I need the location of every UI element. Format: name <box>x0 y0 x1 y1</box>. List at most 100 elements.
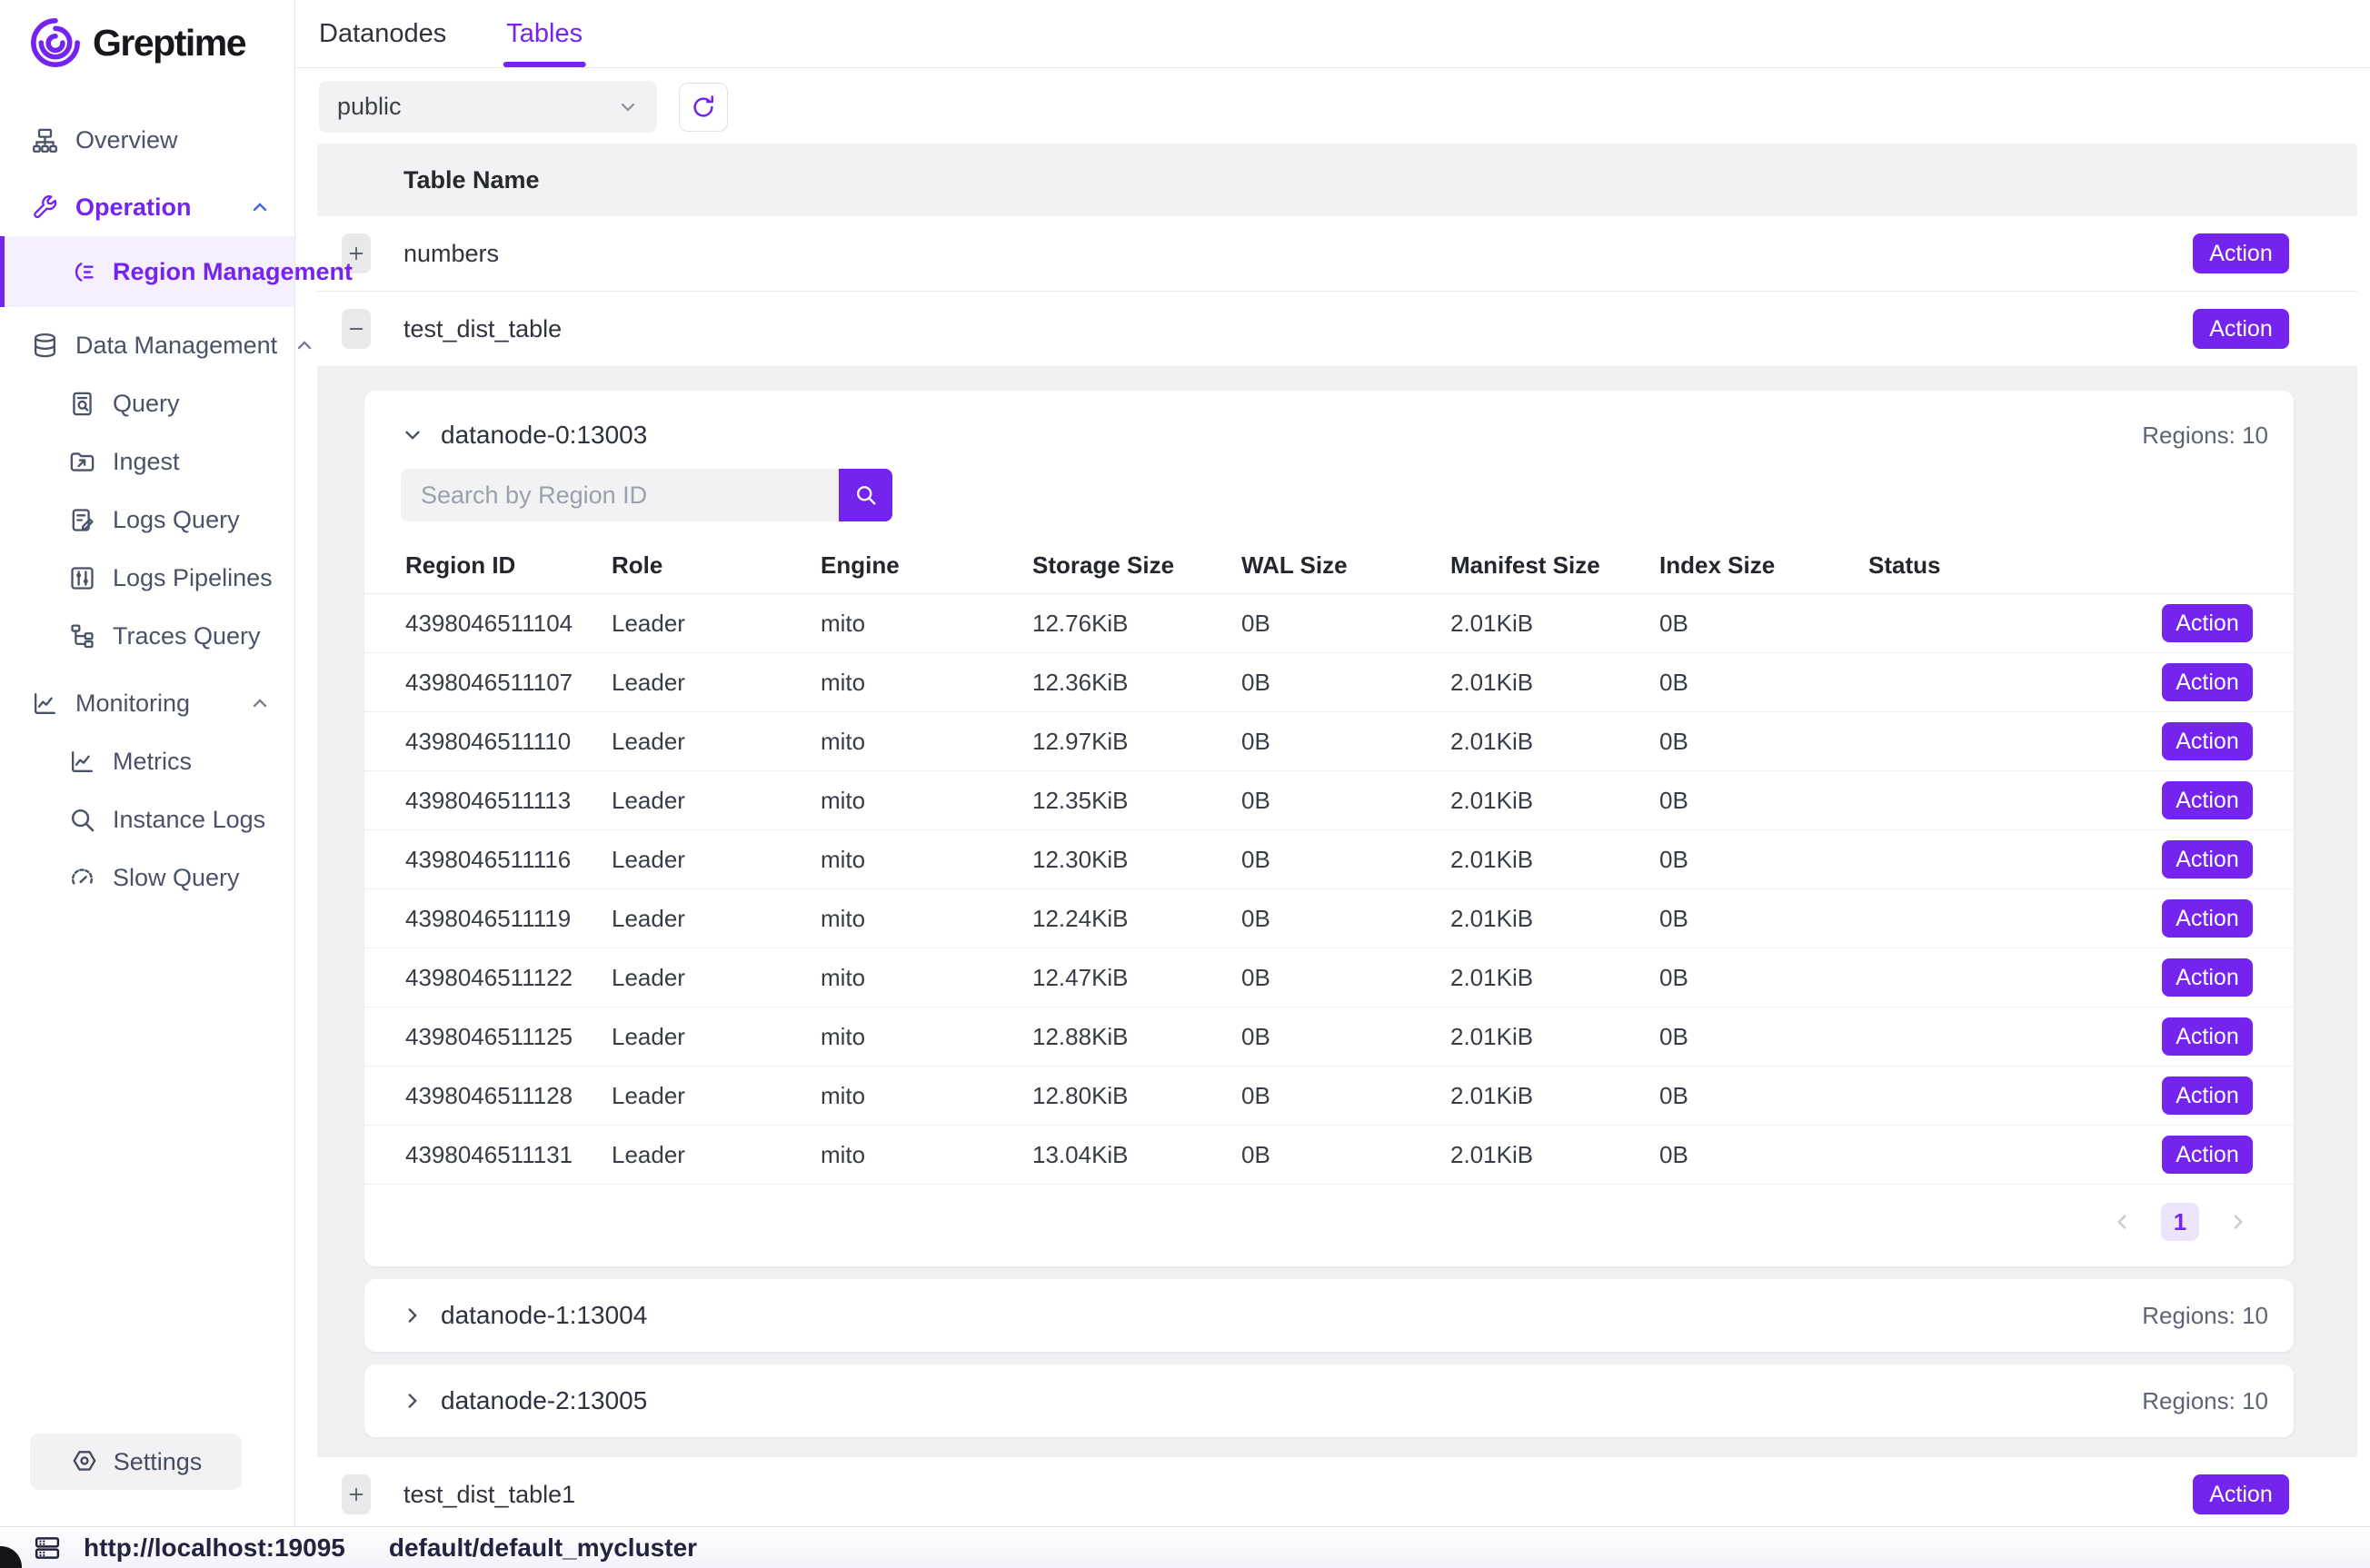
col-storage-size: Storage Size <box>1032 551 1241 580</box>
table-row-test-dist-table1: test_dist_table1 Action <box>317 1457 2357 1533</box>
plus-icon[interactable] <box>342 1474 371 1514</box>
action-button[interactable]: Action <box>2162 958 2253 997</box>
sidebar-nav: Overview Operation Region Management <box>0 111 294 907</box>
datanode-1-header[interactable]: datanode-1:13004 Regions: 10 <box>364 1279 2294 1352</box>
action-button[interactable]: Action <box>2162 1017 2253 1056</box>
chevron-left-icon[interactable] <box>2110 1210 2134 1234</box>
sidebar-item-data-management[interactable]: Data Management <box>0 316 294 374</box>
sidebar-item-logs-pipelines[interactable]: Logs Pipelines <box>0 549 294 607</box>
region-row: 4398046511113Leadermito12.35KiB0B2.01KiB… <box>364 771 2294 830</box>
gear-hexagon-icon <box>70 1447 99 1476</box>
datanode-card-2: datanode-2:13005 Regions: 10 <box>364 1365 2294 1437</box>
cluster-name: default/default_mycluster <box>389 1533 697 1563</box>
sidebar-item-traces-query[interactable]: Traces Query <box>0 607 294 665</box>
brand: Greptime <box>0 0 294 69</box>
minus-icon[interactable] <box>342 309 371 349</box>
col-role: Role <box>612 551 821 580</box>
table-name: numbers <box>403 240 499 268</box>
sidebar-item-operation[interactable]: Operation <box>0 178 294 236</box>
magnifier-icon <box>68 806 96 834</box>
status-bar: http://localhost:19095 default/default_m… <box>0 1526 2370 1568</box>
sidebar: Greptime Overview Operation <box>0 0 295 1526</box>
region-list-icon <box>68 258 96 286</box>
tab-datanodes[interactable]: Datanodes <box>319 0 446 67</box>
action-button[interactable]: Action <box>2193 233 2289 273</box>
database-icon <box>31 332 59 360</box>
sliders-icon <box>68 564 96 592</box>
chevron-up-icon <box>249 196 271 218</box>
regions-count: Regions: 10 <box>2142 1387 2268 1415</box>
chevron-down-icon <box>617 96 639 118</box>
schema-select[interactable]: public <box>319 81 657 133</box>
col-engine: Engine <box>821 551 1032 580</box>
action-button[interactable]: Action <box>2162 1077 2253 1115</box>
file-search-icon <box>68 390 96 418</box>
sidebar-item-instance-logs[interactable]: Instance Logs <box>0 790 294 849</box>
server-icon <box>33 1534 62 1562</box>
expanded-table-panel: datanode-0:13003 Regions: 10 Region ID R… <box>317 367 2357 1457</box>
region-row: 4398046511116Leadermito12.30KiB0B2.01KiB… <box>364 830 2294 889</box>
datanode-0-header[interactable]: datanode-0:13003 Regions: 10 <box>364 391 2294 463</box>
col-manifest-size: Manifest Size <box>1450 551 1659 580</box>
sidebar-item-metrics[interactable]: Metrics <box>0 732 294 790</box>
refresh-icon <box>690 94 717 121</box>
sidebar-item-region-management[interactable]: Region Management <box>0 236 294 307</box>
refresh-button[interactable] <box>679 83 728 132</box>
chevron-right-icon <box>401 1304 424 1327</box>
chevron-up-icon <box>294 334 315 356</box>
connection-url[interactable]: http://localhost:19095 <box>84 1533 345 1563</box>
brand-name: Greptime <box>93 22 245 65</box>
toolbar: public <box>295 68 2370 133</box>
tables-list-header: Table Name <box>317 144 2357 216</box>
tables-list: Table Name numbers Action test_dist_tabl… <box>317 144 2357 1533</box>
action-button[interactable]: Action <box>2162 781 2253 819</box>
datanode-name: datanode-0:13003 <box>441 421 647 450</box>
sitemap-icon <box>31 126 59 154</box>
sidebar-item-monitoring[interactable]: Monitoring <box>0 674 294 732</box>
region-row: 4398046511131Leadermito13.04KiB0B2.01KiB… <box>364 1126 2294 1185</box>
sidebar-item-overview[interactable]: Overview <box>0 111 294 169</box>
page-number[interactable]: 1 <box>2161 1203 2199 1241</box>
main-content: Datanodes Tables public Table Name <box>295 0 2370 1526</box>
action-button[interactable]: Action <box>2162 722 2253 760</box>
table-row-test-dist-table: test_dist_table Action <box>317 292 2357 367</box>
chevron-right-icon[interactable] <box>2226 1210 2250 1234</box>
region-row: 4398046511110Leadermito12.97KiB0B2.01KiB… <box>364 712 2294 771</box>
table-name: test_dist_table <box>403 315 562 343</box>
region-row: 4398046511125Leadermito12.88KiB0B2.01KiB… <box>364 1007 2294 1067</box>
action-button[interactable]: Action <box>2162 840 2253 878</box>
col-wal-size: WAL Size <box>1241 551 1450 580</box>
greptime-logo-icon <box>29 16 82 69</box>
schema-select-value: public <box>337 93 402 121</box>
sidebar-item-query[interactable]: Query <box>0 374 294 432</box>
tab-tables[interactable]: Tables <box>506 0 583 67</box>
action-button[interactable]: Action <box>2162 899 2253 938</box>
app-window: Greptime Overview Operation <box>0 0 2370 1568</box>
datanode-card-1: datanode-1:13004 Regions: 10 <box>364 1279 2294 1352</box>
action-button[interactable]: Action <box>2162 1136 2253 1174</box>
action-button[interactable]: Action <box>2162 604 2253 642</box>
region-row: 4398046511128Leadermito12.80KiB0B2.01KiB… <box>364 1067 2294 1126</box>
tree-icon <box>68 622 96 650</box>
region-search-input[interactable] <box>401 469 839 521</box>
action-button[interactable]: Action <box>2193 309 2289 349</box>
action-button[interactable]: Action <box>2162 663 2253 701</box>
sidebar-item-logs-query[interactable]: Logs Query <box>0 491 294 549</box>
datanode-2-header[interactable]: datanode-2:13005 Regions: 10 <box>364 1365 2294 1437</box>
file-pen-icon <box>68 506 96 534</box>
region-table-header: Region ID Role Engine Storage Size WAL S… <box>364 538 2294 594</box>
search-button[interactable] <box>839 469 892 521</box>
sidebar-item-slow-query[interactable]: Slow Query <box>0 849 294 907</box>
chart-line-icon <box>68 748 96 776</box>
datanode-card-0: datanode-0:13003 Regions: 10 Region ID R… <box>364 391 2294 1266</box>
regions-count: Regions: 10 <box>2142 422 2268 450</box>
sidebar-item-ingest[interactable]: Ingest <box>0 432 294 491</box>
settings-button[interactable]: Settings <box>30 1434 242 1490</box>
action-button[interactable]: Action <box>2193 1474 2289 1514</box>
regions-count: Regions: 10 <box>2142 1302 2268 1330</box>
region-search <box>364 463 2294 525</box>
region-row: 4398046511104Leadermito12.76KiB0B2.01KiB… <box>364 594 2294 653</box>
region-row: 4398046511107Leadermito12.36KiB0B2.01KiB… <box>364 653 2294 712</box>
col-status: Status <box>1868 551 2032 580</box>
search-icon <box>853 482 879 508</box>
